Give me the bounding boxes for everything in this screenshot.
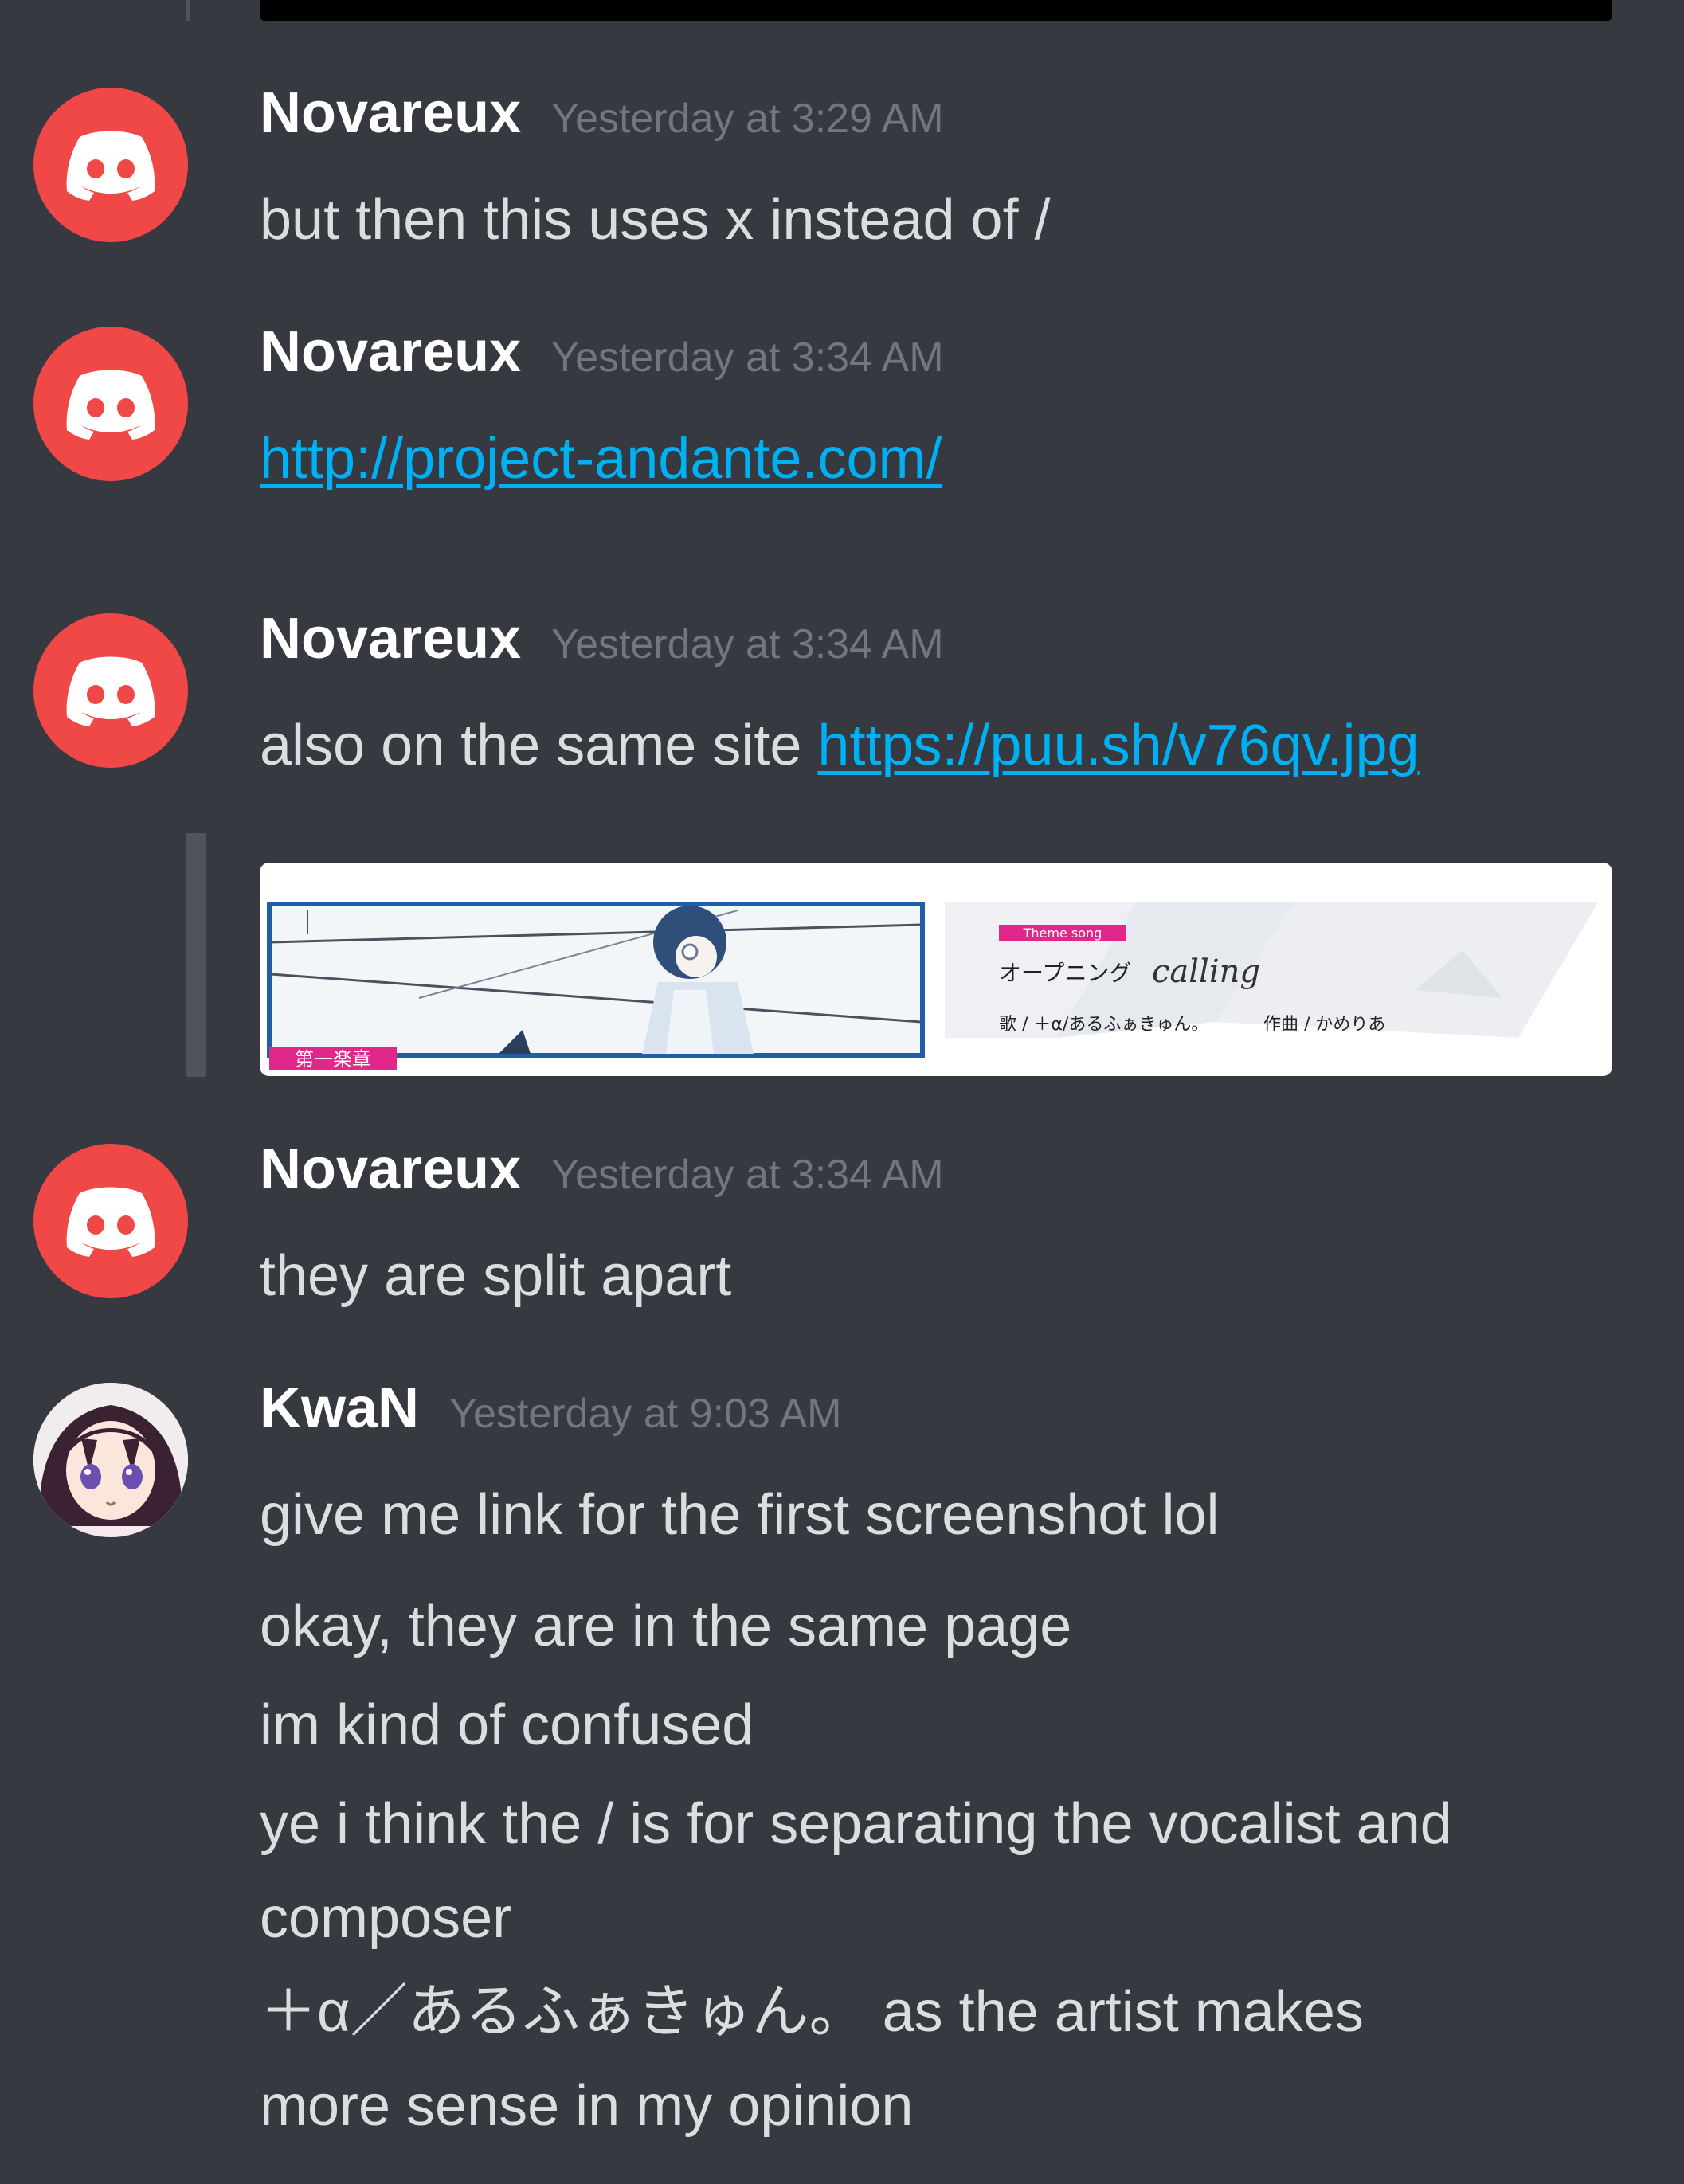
- opening-label: オープニング: [999, 960, 1131, 986]
- message-text: but then this uses x instead of /: [260, 188, 1051, 252]
- timestamp: Yesterday at 3:34 AM: [551, 621, 944, 667]
- message-text: im kind of confused: [260, 1693, 754, 1757]
- embed-accent-bar: [186, 0, 190, 21]
- discord-logo-icon: [66, 131, 155, 201]
- message-link[interactable]: http://project-andante.com/: [260, 427, 942, 491]
- theme-song-label: Theme song: [1023, 926, 1102, 941]
- user-avatar[interactable]: [33, 327, 188, 481]
- embed-screenshot-image: 第一楽章 Theme song オープニング calling 歌 / ＋α/ある…: [260, 863, 1612, 1076]
- username[interactable]: Novareux: [260, 607, 521, 671]
- message-link[interactable]: https://puu.sh/v76qv.jpg: [817, 714, 1419, 777]
- embed-media-preview[interactable]: [260, 0, 1612, 21]
- message-text: more sense in my opinion: [260, 2074, 914, 2138]
- username[interactable]: Novareux: [260, 320, 521, 384]
- episode-label: 第一楽章: [295, 1048, 371, 1070]
- message-text: also on the same site: [260, 714, 802, 777]
- timestamp: Yesterday at 3:34 AM: [551, 335, 944, 381]
- user-avatar[interactable]: [33, 613, 188, 768]
- embed-accent-bar: [186, 833, 206, 1077]
- message-text: composer: [260, 1886, 512, 1950]
- embed-image[interactable]: 第一楽章 Theme song オープニング calling 歌 / ＋α/ある…: [260, 863, 1612, 1076]
- username[interactable]: Novareux: [260, 81, 521, 145]
- song-title: calling: [1152, 953, 1260, 990]
- timestamp: Yesterday at 3:34 AM: [551, 1152, 944, 1198]
- timestamp: Yesterday at 3:29 AM: [551, 96, 944, 142]
- message-text: ＋α／あるふぁきゅん。 as the artist makes: [260, 1980, 1364, 2044]
- message-text: ye i think the / is for separating the v…: [260, 1792, 1452, 1856]
- discord-logo-icon: [66, 1187, 155, 1257]
- username[interactable]: KwaN: [260, 1376, 419, 1440]
- anime-avatar-icon: [33, 1383, 188, 1537]
- timestamp: Yesterday at 9:03 AM: [449, 1391, 842, 1437]
- discord-logo-icon: [66, 370, 155, 440]
- message-text: they are split apart: [260, 1244, 732, 1308]
- user-avatar[interactable]: [33, 88, 188, 242]
- vocal-credit: 歌 / ＋α/あるふぁきゅん。: [999, 1015, 1208, 1035]
- discord-logo-icon: [66, 656, 155, 726]
- composer-credit: 作曲 / かめりあ: [1263, 1015, 1385, 1035]
- username[interactable]: Novareux: [260, 1137, 521, 1201]
- user-avatar[interactable]: [33, 1144, 188, 1298]
- message-text: okay, they are in the same page: [260, 1595, 1072, 1658]
- message-text: give me link for the first screenshot lo…: [260, 1483, 1220, 1547]
- user-avatar[interactable]: [33, 1383, 188, 1537]
